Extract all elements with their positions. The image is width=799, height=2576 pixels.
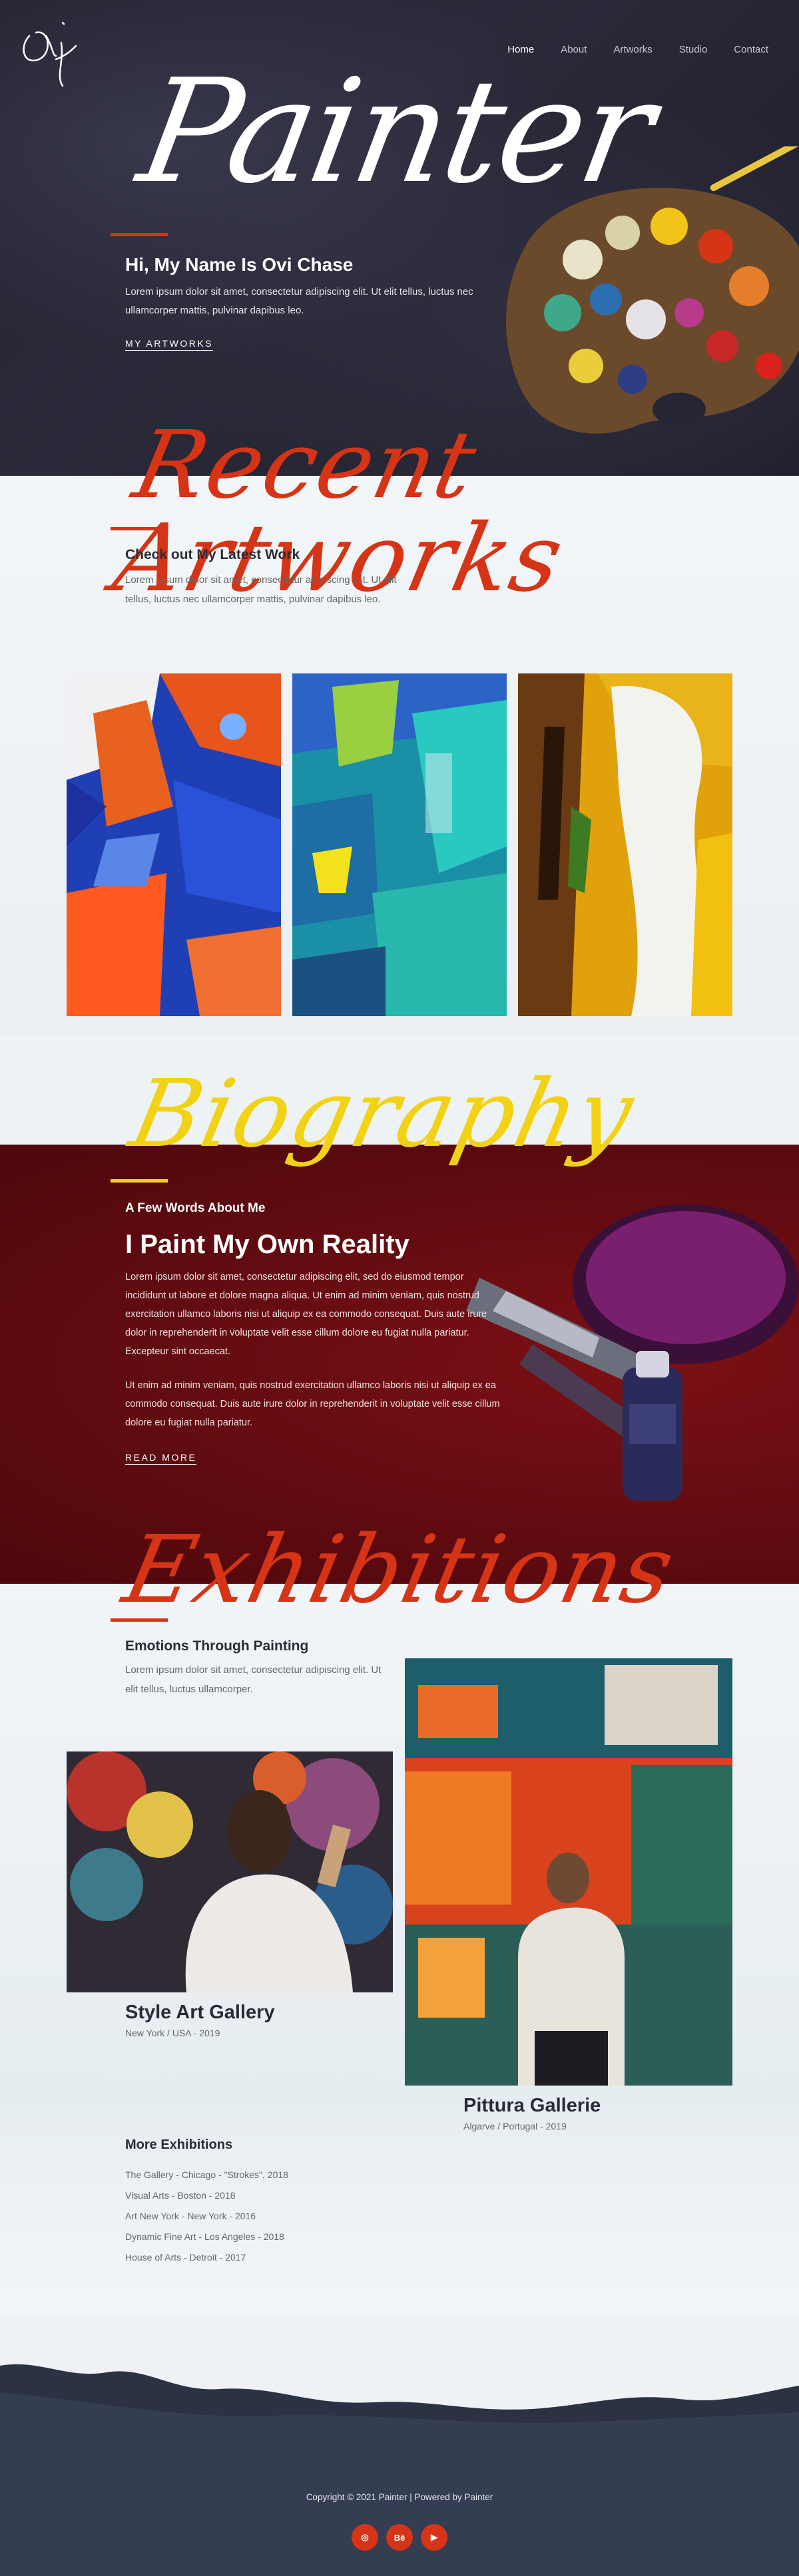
exhibition-photo-painter[interactable] [67,1751,393,1992]
list-item: Art New York - New York - 2016 [125,2211,256,2221]
hero-greeting: Hi, My Name Is Ovi Chase [125,254,354,275]
biography-paragraph-2: Ut enim ad minim veniam, quis nostrud ex… [125,1380,500,1428]
exhibitions-text: Lorem ipsum dolor sit amet, consectetur … [125,1664,382,1695]
gallery-1-location: New York / USA - 2019 [125,2028,220,2038]
youtube-icon[interactable]: ▶ [421,2524,447,2551]
behance-icon[interactable]: Bē [386,2524,413,2551]
list-item: House of Arts - Detroit - 2017 [125,2252,246,2263]
exhibitions-subtitle: Emotions Through Painting [125,1638,309,1654]
recent-subtitle: Check out My Latest Work [125,547,300,562]
recent-text: Lorem ipsum dolor sit amet, consectetur … [125,574,397,605]
hero-divider [111,233,168,236]
signature-logo-icon[interactable] [16,9,83,96]
biography-divider [111,1179,168,1183]
artwork-image[interactable] [67,673,281,1016]
artwork-image[interactable] [518,673,732,1016]
artwork-image[interactable] [292,673,507,1016]
dribbble-icon[interactable]: ◎ [352,2524,378,2551]
hero-script-title: Painter [128,48,663,215]
list-item: Dynamic Fine Art - Los Angeles - 2018 [125,2231,284,2242]
biography-title: I Paint My Own Reality [125,1230,409,1259]
hero-text: Lorem ipsum dolor sit amet, consectetur … [125,286,473,316]
exhibitions-script-title: Exhibitions [115,1516,684,1624]
copyright-text: Copyright © 2021 Painter | Powered by Pa… [306,2492,493,2502]
exhibition-photo-gallery[interactable] [405,1658,732,2086]
recent-divider [111,527,168,530]
gallery-2-name[interactable]: Pittura Gallerie [463,2095,601,2117]
brushes-and-paint-illustration [466,1204,799,1501]
gallery-1-name[interactable]: Style Art Gallery [125,2002,275,2024]
biography-paragraph-1: Lorem ipsum dolor sit amet, consectetur … [125,1272,487,1357]
list-item: The Gallery - Chicago - "Strokes", 2018 [125,2169,288,2180]
hero-section: Home About Artworks Studio Contact Paint… [0,0,799,476]
list-item: Visual Arts - Boston - 2018 [125,2190,236,2201]
my-artworks-link[interactable]: MY ARTWORKS [125,338,214,351]
biography-subtitle: A Few Words About Me [125,1201,266,1215]
nav-studio[interactable]: Studio [679,44,708,55]
exhibitions-divider [111,1618,168,1622]
read-more-link[interactable]: READ MORE [125,1452,197,1465]
gallery-2-location: Algarve / Portugal - 2019 [463,2121,567,2131]
more-exhibitions-title: More Exhibitions [125,2137,233,2152]
nav-contact[interactable]: Contact [734,44,768,55]
more-exhibitions-list: The Gallery - Chicago - "Strokes", 2018 … [125,2165,288,2268]
biography-script-title: Biography [121,1060,644,1169]
